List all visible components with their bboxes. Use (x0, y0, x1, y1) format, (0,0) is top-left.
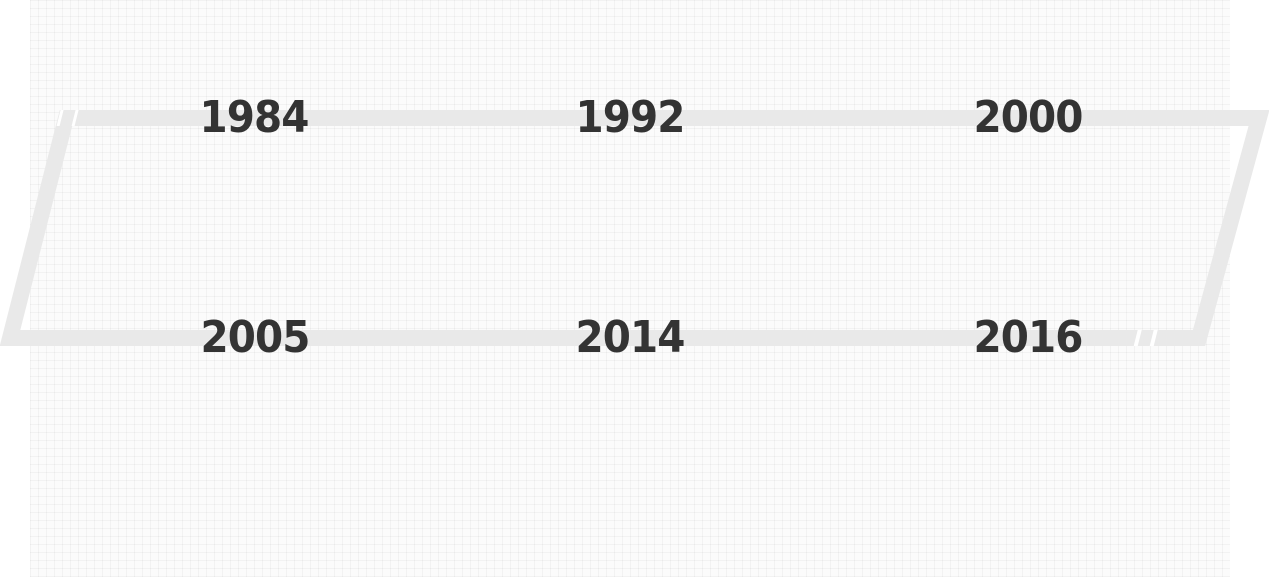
timeline-year: 1992 (575, 92, 686, 143)
parallelogram-frame (0, 110, 1269, 346)
timeline-year: 2005 (200, 312, 311, 363)
frame-shape (0, 110, 1269, 346)
timeline-year: 2000 (973, 92, 1084, 143)
timeline-year: 1984 (199, 92, 310, 143)
timeline-year: 2016 (973, 312, 1084, 363)
timeline-year: 2014 (575, 312, 686, 363)
